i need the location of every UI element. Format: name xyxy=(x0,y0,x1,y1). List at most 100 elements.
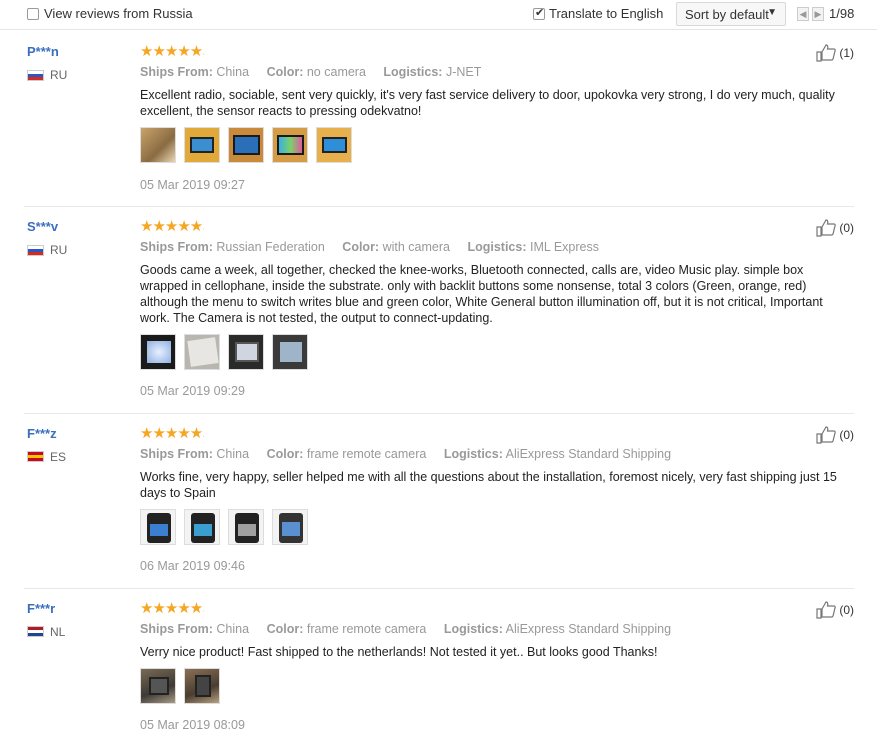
star-rating: ★★★★★· xyxy=(140,218,205,235)
review-photo[interactable] xyxy=(228,509,264,545)
star-rating: ★★★★★· xyxy=(140,425,205,442)
logistics-label: Logistics: xyxy=(443,447,503,461)
color-label: Color: xyxy=(266,447,304,461)
view-russia-checkbox[interactable] xyxy=(27,8,39,20)
review-photo[interactable] xyxy=(184,668,220,704)
review-photos xyxy=(140,668,220,704)
reviewer-name[interactable]: F***z xyxy=(27,426,57,441)
review-meta: Ships From: China Color: frame remote ca… xyxy=(140,622,671,636)
rating-stars: ★★★★★ xyxy=(140,600,203,617)
review-item: F***r NL ★★★★★· Ships From: China Color:… xyxy=(24,589,854,734)
review-text: Excellent radio, sociable, sent very qui… xyxy=(140,88,835,118)
logistics-label: Logistics: xyxy=(383,65,443,79)
reviewer-name[interactable]: F***r xyxy=(27,601,55,616)
rating-stars: ★★★★★ xyxy=(140,43,203,60)
helpful-button[interactable]: (0) xyxy=(816,426,854,444)
helpful-button[interactable]: (0) xyxy=(816,219,854,237)
review-date: 05 Mar 2019 08:09 xyxy=(140,718,245,732)
review-text: Works fine, very happy, seller helped me… xyxy=(140,470,837,500)
review-date: 05 Mar 2019 09:29 xyxy=(140,384,245,398)
rating-stars: ★★★★★ xyxy=(140,218,203,235)
review-photo[interactable] xyxy=(140,668,176,704)
logistics-value: IML Express xyxy=(530,240,600,254)
country-code: RU xyxy=(50,68,68,82)
helpful-count: (1) xyxy=(839,46,854,60)
ships-from-label: Ships From: xyxy=(140,622,213,636)
helpful-button[interactable]: (0) xyxy=(816,601,854,619)
color-label: Color: xyxy=(342,240,380,254)
ships-from-value: China xyxy=(216,447,250,461)
review-photo[interactable] xyxy=(228,334,264,370)
flag-nl-icon xyxy=(27,626,44,637)
rating-stars: ★★★★★ xyxy=(140,425,203,442)
ships-from-value: China xyxy=(216,622,250,636)
flag-ru-icon xyxy=(27,70,44,81)
review-photo[interactable] xyxy=(272,509,308,545)
chevron-right-icon[interactable]: ▶ xyxy=(812,7,824,21)
sort-dropdown[interactable]: Sort by default ▼ xyxy=(676,2,786,26)
logistics-value: AliExpress Standard Shipping xyxy=(505,622,672,636)
view-russia-label[interactable]: View reviews from Russia xyxy=(44,6,193,21)
review-photo[interactable] xyxy=(184,334,220,370)
review-photos xyxy=(140,509,308,545)
review-photo[interactable] xyxy=(184,509,220,545)
helpful-count: (0) xyxy=(839,428,854,442)
country-code: RU xyxy=(50,243,68,257)
review-photo[interactable] xyxy=(228,127,264,163)
reviewer-name[interactable]: S***v xyxy=(27,219,58,234)
color-value: frame remote camera xyxy=(306,447,427,461)
color-label: Color: xyxy=(266,622,304,636)
logistics-label: Logistics: xyxy=(467,240,527,254)
thumbs-up-icon xyxy=(816,219,837,237)
review-item: F***z ES ★★★★★· Ships From: China Color:… xyxy=(24,414,854,589)
review-meta: Ships From: Russian Federation Color: wi… xyxy=(140,240,599,254)
helpful-button[interactable]: (1) xyxy=(816,44,854,62)
thumbs-up-icon xyxy=(816,426,837,444)
country-code: ES xyxy=(50,450,67,464)
review-photo[interactable] xyxy=(272,127,308,163)
review-photo[interactable] xyxy=(316,127,352,163)
chevron-down-icon: ▼ xyxy=(767,7,777,18)
ships-from-label: Ships From: xyxy=(140,447,213,461)
review-text: Verry nice product! Fast shipped to the … xyxy=(140,645,658,659)
star-rating: ★★★★★· xyxy=(140,43,205,60)
review-photo[interactable] xyxy=(140,509,176,545)
review-photos xyxy=(140,334,308,370)
color-value: with camera xyxy=(382,240,450,254)
flag-es-icon xyxy=(27,451,44,462)
color-value: no camera xyxy=(306,65,366,79)
reviewer-name[interactable]: P***n xyxy=(27,44,59,59)
logistics-label: Logistics: xyxy=(443,622,503,636)
ships-from-label: Ships From: xyxy=(140,240,213,254)
review-photo[interactable] xyxy=(184,127,220,163)
page-indicator: 1/98 xyxy=(829,6,855,21)
logistics-value: AliExpress Standard Shipping xyxy=(505,447,672,461)
sort-dropdown-label: Sort by default xyxy=(685,7,769,22)
review-text: Goods came a week, all together, checked… xyxy=(140,263,823,325)
review-photos xyxy=(140,127,352,163)
ships-from-value: Russian Federation xyxy=(216,240,325,254)
reviews-toolbar: View reviews from Russia Translate to En… xyxy=(0,0,877,30)
review-item: P***n RU ★★★★★· Ships From: China Color:… xyxy=(24,30,854,207)
star-rating: ★★★★★· xyxy=(140,600,205,617)
chevron-left-icon[interactable]: ◀ xyxy=(797,7,809,21)
thumbs-up-icon xyxy=(816,601,837,619)
helpful-count: (0) xyxy=(839,221,854,235)
color-label: Color: xyxy=(266,65,304,79)
review-photo[interactable] xyxy=(272,334,308,370)
review-photo[interactable] xyxy=(140,127,176,163)
review-meta: Ships From: China Color: no camera Logis… xyxy=(140,65,481,79)
ships-from-value: China xyxy=(216,65,250,79)
logistics-value: J-NET xyxy=(445,65,482,79)
country-code: NL xyxy=(50,625,66,639)
helpful-count: (0) xyxy=(839,603,854,617)
review-date: 06 Mar 2019 09:46 xyxy=(140,559,245,573)
translate-checkbox[interactable] xyxy=(533,6,545,20)
review-meta: Ships From: China Color: frame remote ca… xyxy=(140,447,671,461)
translate-label[interactable]: Translate to English xyxy=(549,6,663,21)
review-item: S***v RU ★★★★★· Ships From: Russian Fede… xyxy=(24,207,854,414)
ships-from-label: Ships From: xyxy=(140,65,213,79)
review-date: 05 Mar 2019 09:27 xyxy=(140,178,245,192)
review-photo[interactable] xyxy=(140,334,176,370)
flag-ru-icon xyxy=(27,245,44,256)
